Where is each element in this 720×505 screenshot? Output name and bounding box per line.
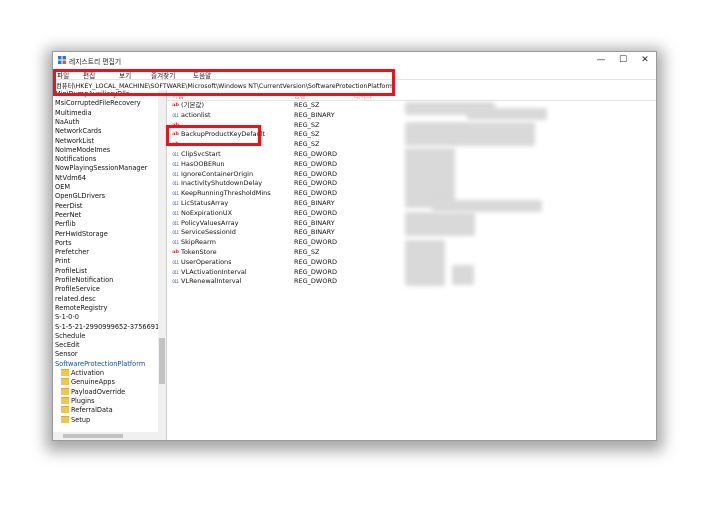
title-bar[interactable]: 레지스트리 편집기 — ☐ ✕ xyxy=(53,52,656,69)
binary-icon: 011 xyxy=(172,240,179,246)
key-tree[interactable]: MiniDumpAuxiliaryDlls MsiCorruptedFileRe… xyxy=(53,90,158,440)
close-button[interactable]: ✕ xyxy=(634,52,656,69)
tree-item[interactable]: NowPlayingSessionManager xyxy=(55,164,147,173)
binary-icon: 011 xyxy=(172,269,179,275)
tree-item[interactable]: OEM xyxy=(55,183,70,192)
tree-horizontal-scrollbar[interactable] xyxy=(53,432,166,440)
tree-item[interactable]: ProfileService xyxy=(55,285,100,294)
tree-item[interactable]: Activation xyxy=(61,369,104,378)
binary-icon: 011 xyxy=(172,191,179,197)
tree-vertical-scrollbar[interactable] xyxy=(158,90,166,432)
tree-scroll-thumb[interactable] xyxy=(159,338,165,384)
tree-item[interactable]: PayloadOverride xyxy=(61,387,125,397)
binary-icon: 011 xyxy=(172,230,179,236)
tree-item[interactable]: ProfileNotification xyxy=(55,276,113,285)
binary-icon: 011 xyxy=(172,279,179,285)
binary-icon: 011 xyxy=(172,201,179,206)
tree-item[interactable]: NaAuth xyxy=(55,118,79,127)
redacted-data-block xyxy=(405,212,475,236)
minimize-button[interactable]: — xyxy=(590,52,612,69)
folder-icon xyxy=(61,406,69,414)
tree-item[interactable]: NetworkList xyxy=(55,137,94,146)
tree-item[interactable]: Print xyxy=(55,257,70,266)
folder-icon xyxy=(61,378,69,386)
binary-icon: 011 xyxy=(172,220,179,226)
redacted-data-block xyxy=(405,122,535,146)
binary-icon: 011 xyxy=(172,161,179,167)
tree-item[interactable]: Schedule xyxy=(55,332,85,341)
tree-item[interactable]: Setup xyxy=(61,415,90,425)
binary-icon: 011 xyxy=(172,210,179,216)
registry-editor-window: 레지스트리 편집기 — ☐ ✕ 파일 편집 보기 즐겨찾기 도움말 컴퓨터\HK… xyxy=(52,51,657,441)
tree-item[interactable]: Sensor xyxy=(55,350,78,359)
tree-hscroll-thumb[interactable] xyxy=(63,434,123,438)
redacted-data-block xyxy=(432,200,542,212)
redacted-data-block xyxy=(467,108,547,120)
folder-icon xyxy=(61,396,69,404)
tree-item[interactable]: PerHwIdStorage xyxy=(55,230,108,239)
tree-item[interactable]: PeerDist xyxy=(55,202,83,211)
tree-item[interactable]: NoImeModeImes xyxy=(55,146,110,155)
tree-item[interactable]: S-1-5-21-2990999652-375669173 xyxy=(55,323,158,332)
binary-icon: 011 xyxy=(172,112,179,118)
address-highlight-box xyxy=(53,69,395,96)
tree-item[interactable]: MsiCorruptedFileRecovery xyxy=(55,99,141,108)
window-title: 레지스트리 편집기 xyxy=(69,58,122,66)
regedit-app-icon xyxy=(58,56,66,64)
tree-item[interactable]: Perflib xyxy=(55,220,76,229)
tree-item[interactable]: NtVdm64 xyxy=(55,174,86,183)
redacted-data-block xyxy=(405,240,445,286)
binary-icon: 011 xyxy=(172,171,179,177)
string-icon: ab xyxy=(172,249,179,255)
string-icon: ab xyxy=(172,102,179,108)
tree-item[interactable]: Ports xyxy=(55,239,72,248)
folder-icon xyxy=(61,415,69,423)
value-highlight-box xyxy=(166,125,261,146)
tree-item[interactable]: related.desc xyxy=(55,295,96,304)
folder-icon xyxy=(61,369,69,376)
tree-item[interactable]: Notifications xyxy=(55,155,96,164)
redacted-data-block xyxy=(452,265,474,285)
tree-item[interactable]: Multimedia xyxy=(55,109,92,118)
tree-item[interactable]: PeerNet xyxy=(55,211,81,220)
tree-item[interactable]: OpenGLDrivers xyxy=(55,192,105,201)
folder-icon xyxy=(61,387,69,395)
binary-icon: 011 xyxy=(172,259,179,265)
tree-item[interactable]: S-1-0-0 xyxy=(55,313,79,322)
tree-item[interactable]: Prefetcher xyxy=(55,248,89,257)
redacted-data-block xyxy=(405,148,455,208)
tree-item[interactable]: ReferralData xyxy=(61,406,113,415)
tree-item[interactable]: GenuineApps xyxy=(61,378,115,387)
binary-icon: 011 xyxy=(172,152,179,157)
tree-item[interactable]: NetworkCards xyxy=(55,127,101,136)
tree-item[interactable]: RemoteRegistry xyxy=(55,304,107,313)
binary-icon: 011 xyxy=(172,181,179,187)
maximize-button[interactable]: ☐ xyxy=(612,52,634,69)
tree-item-selected[interactable]: SoftwareProtectionPlatform xyxy=(55,359,146,369)
tree-item[interactable]: SecEdit xyxy=(55,341,80,350)
tree-item[interactable]: ProfileList xyxy=(55,267,87,276)
tree-item[interactable]: Plugins xyxy=(61,396,95,406)
